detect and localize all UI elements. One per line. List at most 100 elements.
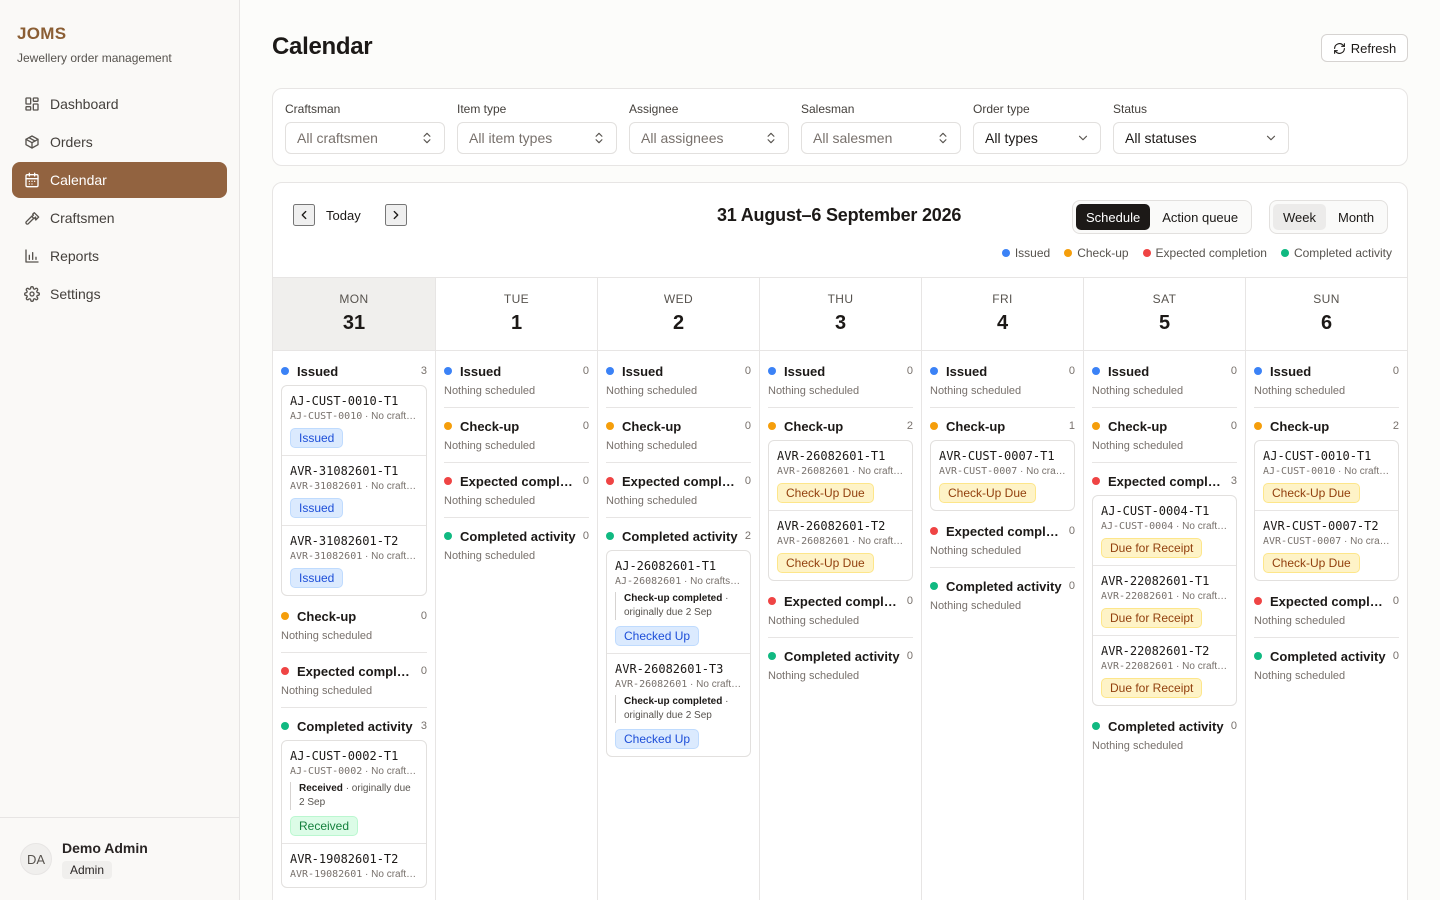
event-count: 0: [582, 530, 589, 542]
empty-state: Nothing scheduled: [930, 545, 1075, 568]
assignee-select[interactable]: All assignees: [629, 122, 789, 154]
event-group: Expected completi… 0 Nothing scheduled: [930, 523, 1075, 568]
status-badge: Check-Up Due: [939, 483, 1036, 503]
event-card[interactable]: AVR-26082601-T1 AVR-26082601 · No crafts……: [769, 441, 912, 510]
event-group-name: Issued: [297, 363, 339, 379]
day-header[interactable]: TUE 1: [436, 277, 597, 351]
sidebar-item-settings[interactable]: Settings: [12, 276, 227, 312]
event-card[interactable]: AVR-26082601-T3 AVR-26082601 · No crafts……: [607, 653, 750, 756]
order-item-id: AVR-26082601-T1: [777, 449, 886, 463]
event-card[interactable]: AVR-31082601-T1 AVR-31082601 · No crafts……: [282, 455, 426, 525]
today-button[interactable]: Today: [326, 208, 361, 223]
craftsman-select[interactable]: All craftsmen: [285, 122, 445, 154]
calendar-icon: [25, 172, 39, 188]
event-card[interactable]: AVR-22082601-T2 AVR-22082601 · No crafts……: [1093, 635, 1236, 705]
empty-state: Nothing scheduled: [606, 495, 751, 518]
day-header[interactable]: SUN 6: [1246, 277, 1407, 351]
event-group: Issued 0 Nothing scheduled: [444, 363, 589, 408]
day-header[interactable]: SAT 5: [1084, 277, 1245, 351]
day-header[interactable]: FRI 4: [922, 277, 1083, 351]
event-group-name: Expected completi…: [460, 473, 579, 489]
tab-schedule[interactable]: Schedule: [1076, 204, 1151, 230]
next-week-button[interactable]: [385, 204, 407, 226]
event-group-name: Issued: [622, 363, 664, 379]
event-card[interactable]: AJ-CUST-0010-T1 AJ-CUST-0010 · No crafts……: [1255, 441, 1398, 510]
event-group-header: Expected completi… 0: [281, 663, 427, 679]
refresh-button[interactable]: Refresh: [1321, 34, 1408, 62]
event-card[interactable]: AJ-CUST-0002-T1 AJ-CUST-0002 · No crafts……: [282, 741, 426, 843]
event-card[interactable]: AVR-19082601-T2 AVR-19082601 · No crafts…: [282, 843, 426, 887]
event-count: 2: [744, 530, 751, 542]
empty-state: Nothing scheduled: [444, 550, 536, 562]
event-count: 0: [1230, 420, 1237, 432]
tab-week[interactable]: Week: [1273, 204, 1326, 230]
sidebar-item-calendar[interactable]: Calendar: [12, 162, 227, 198]
bar-chart-icon: [25, 249, 39, 263]
event-card[interactable]: AJ-26082601-T1 AJ-26082601 · No craftsm… C…: [607, 551, 750, 653]
event-group-name: Check-up: [1270, 418, 1330, 434]
order-number: AVR-22082601: [1101, 591, 1174, 602]
event-group-header: Completed activity 0: [444, 528, 589, 544]
sidebar-item-craftsmen[interactable]: Craftsmen: [12, 200, 227, 236]
event-card[interactable]: AVR-26082601-T2 AVR-26082601 · No crafts……: [769, 510, 912, 580]
sidebar-item-reports[interactable]: Reports: [12, 238, 227, 274]
day-header[interactable]: THU 3: [760, 277, 921, 351]
legend-label: Check-up: [1077, 246, 1129, 260]
event-card[interactable]: AVR-31082601-T2 AVR-31082601 · No crafts……: [282, 525, 426, 595]
refresh-label: Refresh: [1350, 40, 1397, 56]
event-group: Expected completi… 0 Nothing scheduled: [606, 473, 751, 518]
hammer-icon: [25, 212, 40, 225]
event-group: Expected completi… 0 Nothing scheduled: [768, 593, 913, 638]
order-number: AJ-CUST-0002: [290, 766, 363, 777]
event-type-dot: [1254, 597, 1262, 605]
order-type-select[interactable]: All types: [973, 122, 1101, 154]
event-count: 0: [1068, 365, 1075, 377]
day-header[interactable]: WED 2: [598, 277, 759, 351]
filter-assignee: Assignee All assignees: [629, 102, 789, 154]
craftsman-text: No crafts…: [696, 679, 742, 690]
avatar[interactable]: DA: [20, 843, 52, 875]
event-card[interactable]: AJ-CUST-0010-T1 AJ-CUST-0010 · No crafts……: [282, 386, 426, 455]
legend-dot: [1280, 249, 1289, 257]
event-group: Expected completi… 0 Nothing scheduled: [1254, 593, 1399, 638]
legend-item: Expected completion: [1142, 246, 1267, 260]
event-group-header: Issued 0: [1254, 363, 1399, 379]
sidebar-item-orders[interactable]: Orders: [12, 124, 227, 160]
event-card[interactable]: AVR-22082601-T1 AVR-22082601 · No crafts……: [1093, 565, 1236, 635]
event-group-header: Expected completi… 0: [1254, 593, 1399, 609]
order-item-id: AVR-22082601-T2: [1101, 644, 1210, 658]
day-column-thu: THU 3 Issued 0 Nothing scheduled Check-up 2 AVR…: [759, 277, 921, 900]
event-group-name: Check-up: [784, 418, 844, 434]
status-badge: Due for Receipt: [1101, 678, 1203, 698]
event-group-header: Check-up 0: [1092, 418, 1237, 434]
craftsman-text: No crafts…: [371, 481, 418, 492]
empty-state: Nothing scheduled: [768, 615, 913, 638]
event-group-header: Issued 0: [930, 363, 1075, 379]
calendar-panel: Today 31 August–6 September 2026 Schedul…: [272, 182, 1408, 900]
event-group-name: Expected completi…: [622, 473, 741, 489]
order-item-id: AVR-19082601-T2: [290, 852, 399, 866]
event-group: Expected completi… 3 AJ-CUST-0004-T1 AJ-CUS…: [1092, 473, 1237, 706]
salesman-select[interactable]: All salesmen: [801, 122, 961, 154]
tab-month[interactable]: Month: [1328, 204, 1384, 230]
item-type-select[interactable]: All item types: [457, 122, 617, 154]
event-group-header: Completed activity 2: [606, 528, 751, 544]
event-card[interactable]: AJ-CUST-0004-T1 AJ-CUST-0004 · No crafts……: [1093, 496, 1236, 565]
craftsman-text: No crafts…: [371, 551, 418, 562]
status-select[interactable]: All statuses: [1113, 122, 1289, 154]
event-card-list: AVR-26082601-T1 AVR-26082601 · No crafts……: [768, 440, 913, 581]
chevron-down-icon: [1266, 135, 1276, 141]
order-meta: AJ-26082601 · No craftsm…: [615, 576, 742, 587]
event-card[interactable]: AVR-CUST-0007-T1 AVR-CUST-0007 · No craft…: [931, 441, 1074, 510]
event-group-header: Completed activity 0: [1254, 648, 1399, 664]
event-group-header: Completed activity 0: [930, 578, 1075, 594]
filter-label: Order type: [973, 102, 1030, 116]
day-header[interactable]: MON 31: [273, 277, 435, 351]
event-type-dot: [1254, 652, 1262, 660]
tab-action-queue[interactable]: Action queue: [1152, 204, 1248, 230]
previous-week-button[interactable]: [293, 204, 315, 226]
event-card-list: AJ-CUST-0002-T1 AJ-CUST-0002 · No crafts……: [281, 740, 427, 888]
sidebar-item-dashboard[interactable]: Dashboard: [12, 86, 227, 122]
event-group-header: Check-up 2: [1254, 418, 1399, 434]
event-card[interactable]: AVR-CUST-0007-T2 AVR-CUST-0007 · No craft…: [1255, 510, 1398, 580]
